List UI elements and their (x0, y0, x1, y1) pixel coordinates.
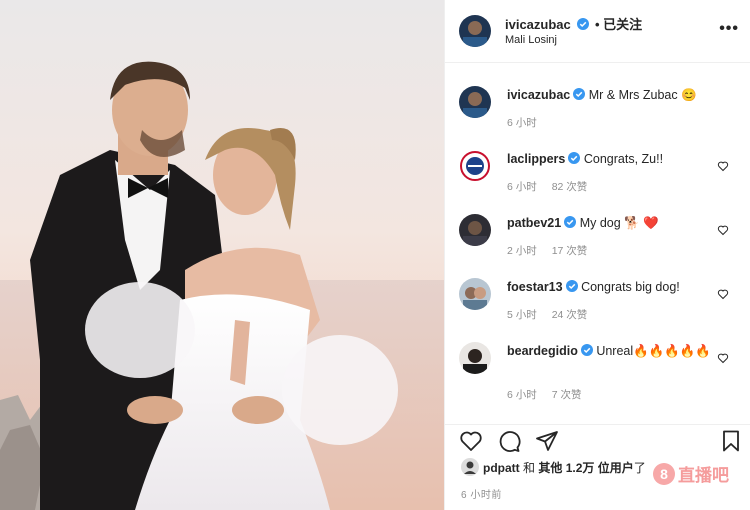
action-bar (445, 424, 750, 455)
comment-time: 6 小时 (507, 389, 537, 401)
post-timestamp[interactable]: 6 小时前 (461, 486, 502, 501)
likes-others-link[interactable]: 其他 1.2万 位用户 (538, 461, 633, 475)
post-photo[interactable] (0, 0, 444, 510)
more-options-icon[interactable]: ••• (719, 20, 739, 38)
location-link[interactable]: Mali Losinj (505, 34, 557, 46)
liked-by-row: pdpatt 和 其他 1.2万 位用户了 (461, 458, 646, 476)
comment-likes[interactable]: 82 次赞 (552, 181, 588, 193)
comment-likes[interactable]: 24 次赞 (552, 309, 588, 321)
commenter-username[interactable]: foestar13 (507, 280, 563, 294)
comment-like-heart-icon[interactable] (717, 352, 729, 364)
liker-username[interactable]: pdpatt (483, 461, 520, 475)
wedding-photo-image (0, 0, 444, 510)
verified-badge-icon (564, 216, 577, 228)
verified-badge-icon (565, 280, 578, 292)
caption-avatar[interactable] (459, 86, 491, 118)
post-panel: ivicazubac • 已关注 Mali Losinj ••• ivicazu… (444, 0, 750, 510)
heart-icon[interactable] (459, 429, 483, 453)
comment-meta: 6 小时 82 次赞 (507, 179, 599, 194)
verified-badge-icon (577, 18, 590, 30)
follow-status[interactable]: • 已关注 (595, 17, 642, 32)
comment-text: Congrats, Zu!! (583, 152, 664, 166)
comment-like-heart-icon[interactable] (717, 288, 729, 300)
commenter-avatar[interactable] (459, 150, 491, 182)
verified-badge-icon (573, 88, 586, 100)
comment-text-row: laclippers Congrats, Zu!! (507, 151, 717, 167)
verified-badge-icon (568, 152, 581, 164)
caption-text: Mr & Mrs Zubac 😊 (588, 88, 697, 102)
likes-suffix: 了 (633, 461, 646, 475)
commenter-avatar[interactable] (459, 214, 491, 246)
author-avatar[interactable] (459, 15, 491, 47)
commenter-avatar[interactable] (459, 278, 491, 310)
comment-meta: 6 小时 7 次赞 (507, 387, 593, 402)
comment-text: My dog 🐕 ❤️ (579, 216, 659, 230)
comment-like-heart-icon[interactable] (717, 224, 729, 236)
comment-like-heart-icon[interactable] (717, 160, 729, 172)
verified-badge-icon (580, 344, 593, 356)
author-line: ivicazubac • 已关注 (505, 14, 642, 33)
watermark-text: 直播吧 (678, 466, 729, 485)
comment-meta: 5 小时 24 次赞 (507, 307, 599, 322)
commenter-avatar[interactable] (459, 342, 491, 374)
caption-meta: 6 小时 (507, 115, 549, 130)
liker-avatar[interactable] (461, 458, 479, 476)
commenter-username[interactable]: patbev21 (507, 216, 561, 230)
comment-meta: 2 小时 17 次赞 (507, 243, 599, 258)
caption-text-row: ivicazubac Mr & Mrs Zubac 😊 (507, 87, 717, 103)
comment-likes[interactable]: 17 次赞 (552, 245, 588, 257)
comment-text-row: patbev21 My dog 🐕 ❤️ (507, 215, 717, 231)
comment-likes[interactable]: 7 次赞 (552, 389, 582, 401)
comment-text: Congrats big dog! (581, 280, 680, 294)
comment-text: Unreal🔥🔥🔥🔥🔥 (596, 344, 711, 358)
comment-icon[interactable] (497, 429, 521, 453)
watermark-icon: 8 (653, 462, 675, 485)
comment-text-row: beardegidio Unreal🔥🔥🔥🔥🔥 (507, 343, 717, 359)
caption-time: 6 小时 (507, 117, 537, 129)
comment-text-row: foestar13 Congrats big dog! (507, 279, 717, 295)
likes-connector: 和 (523, 461, 536, 475)
author-username[interactable]: ivicazubac (505, 17, 571, 32)
commenter-username[interactable]: laclippers (507, 152, 565, 166)
commenter-username[interactable]: beardegidio (507, 344, 578, 358)
watermark-logo: 8 直播吧 (653, 461, 729, 486)
caption-username[interactable]: ivicazubac (507, 88, 570, 102)
comment-time: 5 小时 (507, 309, 537, 321)
comment-time: 2 小时 (507, 245, 537, 257)
bookmark-icon[interactable] (719, 429, 743, 453)
post-header: ivicazubac • 已关注 Mali Losinj ••• (445, 0, 750, 63)
share-icon[interactable] (535, 429, 559, 453)
comment-time: 6 小时 (507, 181, 537, 193)
